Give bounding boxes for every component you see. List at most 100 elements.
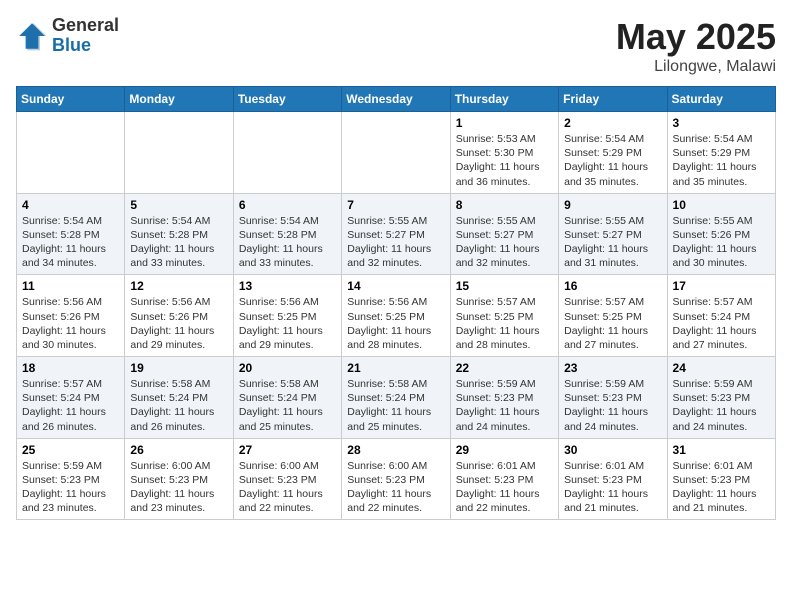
calendar-cell: 5Sunrise: 5:54 AM Sunset: 5:28 PM Daylig… <box>125 193 233 275</box>
page-header: General Blue May 2025 Lilongwe, Malawi <box>16 16 776 76</box>
day-info: Sunrise: 5:56 AM Sunset: 5:25 PM Dayligh… <box>239 295 336 352</box>
calendar-cell: 13 Sunrise: 5:56 AM Sunset: 5:25 PM Dayli… <box>233 275 341 357</box>
day-number: 7 <box>347 198 444 212</box>
calendar-cell: 30 Sunrise: 6:01 AM Sunset: 5:23 PM Dayli… <box>559 438 667 520</box>
calendar-cell: 24 Sunrise: 5:59 AM Sunset: 5:23 PM Dayli… <box>667 357 775 439</box>
day-number: 29 <box>456 443 553 457</box>
calendar-cell <box>342 112 450 194</box>
weekday-header-wednesday: Wednesday <box>342 87 450 112</box>
day-number: 25 <box>22 443 119 457</box>
day-info: Sunrise: 5:56 AM Sunset: 5:26 PM Dayligh… <box>22 295 119 352</box>
day-info: Sunrise: 5:54 AM Sunset: 5:28 PM Dayligh… <box>239 214 336 271</box>
day-number: 23 <box>564 361 661 375</box>
day-number: 9 <box>564 198 661 212</box>
calendar-cell: 4 Sunrise: 5:54 AM Sunset: 5:28 PM Daylig… <box>17 193 125 275</box>
calendar-cell: 9 Sunrise: 5:55 AM Sunset: 5:27 PM Daylig… <box>559 193 667 275</box>
day-info: Sunrise: 5:54 AM Sunset: 5:28 PM Dayligh… <box>22 214 119 271</box>
day-number: 2 <box>564 116 661 130</box>
day-info: Sunrise: 6:01 AM Sunset: 5:23 PM Dayligh… <box>564 459 661 516</box>
calendar-cell: 7 Sunrise: 5:55 AM Sunset: 5:27 PM Daylig… <box>342 193 450 275</box>
calendar-week-5: 25 Sunrise: 5:59 AM Sunset: 5:23 PM Dayli… <box>17 438 776 520</box>
day-number: 10 <box>673 198 770 212</box>
day-number: 14 <box>347 279 444 293</box>
day-number: 27 <box>239 443 336 457</box>
calendar-cell <box>233 112 341 194</box>
day-number: 18 <box>22 361 119 375</box>
logo-general: General <box>52 16 119 36</box>
day-number: 26 <box>130 443 227 457</box>
calendar-cell: 15Sunrise: 5:57 AM Sunset: 5:25 PM Dayli… <box>450 275 558 357</box>
day-info: Sunrise: 5:57 AM Sunset: 5:25 PM Dayligh… <box>456 295 553 352</box>
day-info: Sunrise: 5:57 AM Sunset: 5:24 PM Dayligh… <box>22 377 119 434</box>
day-number: 13 <box>239 279 336 293</box>
weekday-header-thursday: Thursday <box>450 87 558 112</box>
calendar-cell <box>17 112 125 194</box>
day-number: 6 <box>239 198 336 212</box>
calendar-cell: 21 Sunrise: 5:58 AM Sunset: 5:24 PM Dayli… <box>342 357 450 439</box>
calendar-cell: 16Sunrise: 5:57 AM Sunset: 5:25 PM Dayli… <box>559 275 667 357</box>
day-info: Sunrise: 5:56 AM Sunset: 5:26 PM Dayligh… <box>130 295 227 352</box>
day-info: Sunrise: 5:59 AM Sunset: 5:23 PM Dayligh… <box>456 377 553 434</box>
calendar-cell: 14Sunrise: 5:56 AM Sunset: 5:25 PM Dayli… <box>342 275 450 357</box>
calendar-cell: 1Sunrise: 5:53 AM Sunset: 5:30 PM Daylig… <box>450 112 558 194</box>
calendar-cell: 17 Sunrise: 5:57 AM Sunset: 5:24 PM Dayli… <box>667 275 775 357</box>
calendar-cell: 8 Sunrise: 5:55 AM Sunset: 5:27 PM Daylig… <box>450 193 558 275</box>
day-info: Sunrise: 6:00 AM Sunset: 5:23 PM Dayligh… <box>130 459 227 516</box>
day-info: Sunrise: 5:55 AM Sunset: 5:27 PM Dayligh… <box>347 214 444 271</box>
calendar-cell: 6 Sunrise: 5:54 AM Sunset: 5:28 PM Daylig… <box>233 193 341 275</box>
day-info: Sunrise: 5:57 AM Sunset: 5:24 PM Dayligh… <box>673 295 770 352</box>
day-number: 5 <box>130 198 227 212</box>
calendar-cell: 3Sunrise: 5:54 AM Sunset: 5:29 PM Daylig… <box>667 112 775 194</box>
day-number: 11 <box>22 279 119 293</box>
calendar-cell: 22 Sunrise: 5:59 AM Sunset: 5:23 PM Dayli… <box>450 357 558 439</box>
day-info: Sunrise: 5:55 AM Sunset: 5:27 PM Dayligh… <box>564 214 661 271</box>
calendar-cell: 25 Sunrise: 5:59 AM Sunset: 5:23 PM Dayli… <box>17 438 125 520</box>
day-number: 21 <box>347 361 444 375</box>
calendar-table: SundayMondayTuesdayWednesdayThursdayFrid… <box>16 86 776 520</box>
day-number: 16 <box>564 279 661 293</box>
calendar-cell: 29 Sunrise: 6:01 AM Sunset: 5:23 PM Dayli… <box>450 438 558 520</box>
calendar-cell <box>125 112 233 194</box>
calendar-cell: 18 Sunrise: 5:57 AM Sunset: 5:24 PM Dayli… <box>17 357 125 439</box>
calendar-cell: 19 Sunrise: 5:58 AM Sunset: 5:24 PM Dayli… <box>125 357 233 439</box>
day-info: Sunrise: 5:55 AM Sunset: 5:27 PM Dayligh… <box>456 214 553 271</box>
day-info: Sunrise: 6:00 AM Sunset: 5:23 PM Dayligh… <box>239 459 336 516</box>
day-number: 4 <box>22 198 119 212</box>
day-number: 30 <box>564 443 661 457</box>
day-info: Sunrise: 5:58 AM Sunset: 5:24 PM Dayligh… <box>239 377 336 434</box>
calendar-cell: 23Sunrise: 5:59 AM Sunset: 5:23 PM Dayli… <box>559 357 667 439</box>
weekday-header-tuesday: Tuesday <box>233 87 341 112</box>
day-number: 12 <box>130 279 227 293</box>
day-info: Sunrise: 6:00 AM Sunset: 5:23 PM Dayligh… <box>347 459 444 516</box>
logo: General Blue <box>16 16 119 56</box>
month-title: May 2025 <box>616 16 776 58</box>
day-number: 19 <box>130 361 227 375</box>
day-info: Sunrise: 5:58 AM Sunset: 5:24 PM Dayligh… <box>347 377 444 434</box>
logo-blue: Blue <box>52 36 119 56</box>
day-info: Sunrise: 6:01 AM Sunset: 5:23 PM Dayligh… <box>456 459 553 516</box>
calendar-cell: 12 Sunrise: 5:56 AM Sunset: 5:26 PM Dayli… <box>125 275 233 357</box>
day-number: 22 <box>456 361 553 375</box>
calendar-cell: 2 Sunrise: 5:54 AM Sunset: 5:29 PM Daylig… <box>559 112 667 194</box>
weekday-header-friday: Friday <box>559 87 667 112</box>
day-info: Sunrise: 5:59 AM Sunset: 5:23 PM Dayligh… <box>22 459 119 516</box>
day-info: Sunrise: 5:54 AM Sunset: 5:29 PM Dayligh… <box>564 132 661 189</box>
calendar-cell: 11 Sunrise: 5:56 AM Sunset: 5:26 PM Dayli… <box>17 275 125 357</box>
day-number: 3 <box>673 116 770 130</box>
day-info: Sunrise: 5:59 AM Sunset: 5:23 PM Dayligh… <box>673 377 770 434</box>
day-info: Sunrise: 6:01 AM Sunset: 5:23 PM Dayligh… <box>673 459 770 516</box>
day-number: 20 <box>239 361 336 375</box>
calendar-week-3: 11 Sunrise: 5:56 AM Sunset: 5:26 PM Dayli… <box>17 275 776 357</box>
calendar-week-4: 18 Sunrise: 5:57 AM Sunset: 5:24 PM Dayli… <box>17 357 776 439</box>
day-number: 24 <box>673 361 770 375</box>
calendar-cell: 28Sunrise: 6:00 AM Sunset: 5:23 PM Dayli… <box>342 438 450 520</box>
weekday-header-saturday: Saturday <box>667 87 775 112</box>
day-number: 8 <box>456 198 553 212</box>
calendar-week-1: 1Sunrise: 5:53 AM Sunset: 5:30 PM Daylig… <box>17 112 776 194</box>
day-number: 17 <box>673 279 770 293</box>
weekday-header-row: SundayMondayTuesdayWednesdayThursdayFrid… <box>17 87 776 112</box>
calendar-cell: 10Sunrise: 5:55 AM Sunset: 5:26 PM Dayli… <box>667 193 775 275</box>
location-title: Lilongwe, Malawi <box>616 58 776 76</box>
weekday-header-monday: Monday <box>125 87 233 112</box>
day-info: Sunrise: 5:58 AM Sunset: 5:24 PM Dayligh… <box>130 377 227 434</box>
